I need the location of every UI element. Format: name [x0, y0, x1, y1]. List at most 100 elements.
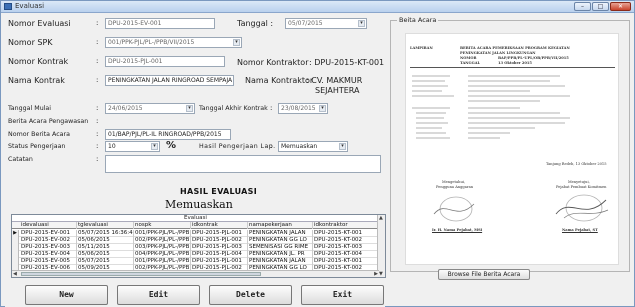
row-selector[interactable]	[12, 251, 19, 258]
table-cell[interactable]: DPU-2015-EV-003	[20, 244, 77, 251]
doc-signer1-title: Mengetahui,	[442, 180, 466, 184]
row-selector[interactable]	[12, 237, 19, 244]
table-cell[interactable]: DPU-2015-EV-005	[20, 258, 77, 265]
browse-berita-acara-button[interactable]: Browse File Berita Acara	[438, 269, 530, 280]
table-cell[interactable]: 004/PPK-PJL/PL-/PPB	[134, 251, 191, 258]
tanggal-field[interactable]: 05/07/2015 ▾	[285, 18, 367, 29]
table-cell[interactable]: DPU-2015-PJL-001	[191, 230, 248, 237]
nomor-evaluasi-field[interactable]: DPU-2015-EV-001	[105, 18, 215, 29]
status-pengerjaan-select[interactable]: 10 ▾	[105, 141, 160, 152]
table-cell[interactable]: 05/06/2015	[77, 237, 134, 244]
tanggal-label: Tanggal :	[237, 19, 274, 28]
table-cell[interactable]: DPU-2015-PJL-001	[191, 258, 248, 265]
nomor-berita-acara-field[interactable]: 01/BAP/PJL/PL-IL RINGROAD/PPB/2015	[105, 129, 231, 140]
edit-button[interactable]: Edit	[117, 285, 200, 305]
grid-column-header[interactable]: idkontraktor	[313, 222, 379, 229]
table-cell[interactable]: 001/PPK-PJL/PL-/PPB	[134, 230, 191, 237]
scroll-up-icon[interactable]: ▲	[379, 215, 383, 221]
chevron-down-icon[interactable]: ▾	[233, 39, 240, 46]
doc-nomor-label: NOMOR	[460, 56, 477, 60]
horizontal-scrollbar[interactable]: ◀ ▶	[12, 270, 379, 277]
table-cell[interactable]: DPU-2015-KT-004	[313, 251, 379, 258]
doc-signer1-role: Pengguna Anggaran	[436, 185, 474, 189]
nomor-kontraktor-label: Nomor Kontraktor	[237, 58, 309, 67]
tanggal-value: 05/07/2015	[288, 20, 323, 27]
nama-kontrak-field[interactable]: PENINGKATAN JALAN RINGROAD SEMPAJA	[105, 75, 234, 86]
chevron-down-icon[interactable]: ▾	[319, 105, 326, 112]
scroll-down-icon[interactable]: ▼	[379, 271, 383, 277]
grid-column-header[interactable]: nospk	[134, 222, 191, 229]
status-pengerjaan-label: Status Pengerjaan	[8, 143, 66, 150]
chevron-down-icon[interactable]: ▾	[339, 143, 346, 150]
scroll-right-icon[interactable]: ▶	[374, 271, 378, 277]
chevron-down-icon[interactable]: ▾	[151, 143, 158, 150]
title-bar[interactable]: Evaluasi – □ ✕	[1, 1, 634, 13]
percent-sign: %	[166, 140, 177, 151]
table-cell[interactable]: 003/PPK-PJL/PL-/PPB	[134, 244, 191, 251]
current-row-indicator-icon[interactable]: ▶	[12, 230, 19, 237]
nomor-kontrak-field[interactable]: DPU-2015-PJL-001	[105, 56, 225, 67]
table-cell[interactable]: DPU-2015-PJL-003	[191, 244, 248, 251]
row-selector[interactable]	[12, 258, 19, 265]
scroll-thumb[interactable]	[21, 272, 261, 276]
hasil-pengerjaan-select[interactable]: Memuaskan ▾	[278, 141, 348, 152]
grid-column-header[interactable]: idevaluasi	[20, 222, 77, 229]
grid-column-header[interactable]: idkontrak	[191, 222, 248, 229]
table-row[interactable]: DPU-2015-EV-003 05/11/2015 003/PPK-PJL/PL-…	[12, 244, 379, 251]
row-selector[interactable]	[12, 244, 19, 251]
minimize-button[interactable]: –	[574, 2, 591, 11]
exit-button[interactable]: Exit	[301, 285, 384, 305]
chevron-down-icon[interactable]: ▾	[186, 105, 193, 112]
table-cell[interactable]: PENINGKATAN JL. PR	[248, 251, 313, 258]
nomor-spk-select[interactable]: 001/PPK-PJL/PL-/PPB/VII/2015 ▾	[105, 37, 242, 48]
tanggal-mulai-field[interactable]: 24/06/2015 ▾	[105, 103, 195, 114]
nomor-berita-acara-label: Nomor Berita Acara	[8, 131, 70, 138]
table-cell[interactable]: DPU-2015-PJL-004	[191, 251, 248, 258]
table-cell[interactable]: 05/11/2015	[77, 244, 134, 251]
table-cell[interactable]: PENINGKATAN JALAN	[248, 258, 313, 265]
table-cell[interactable]: 05/06/2015	[77, 251, 134, 258]
nama-kontraktor-label: Nama Kontraktor	[245, 76, 314, 85]
doc-tanggal-value: 13 Oktober 2015	[498, 61, 532, 65]
table-cell[interactable]: DPU-2015-KT-001	[313, 258, 379, 265]
evaluasi-data-grid[interactable]: Evaluasi idevaluasi tglevaluasi nospk id…	[11, 214, 386, 278]
table-cell[interactable]: DPU-2015-KT-003	[313, 244, 379, 251]
table-cell[interactable]: DPU-2015-EV-001	[20, 230, 77, 237]
grid-column-header[interactable]: tglevaluasi	[77, 222, 134, 229]
tanggal-akhir-field[interactable]: 23/08/2015 ▾	[278, 103, 328, 114]
nomor-evaluasi-label: Nomor Evaluasi	[8, 19, 71, 28]
table-cell[interactable]: 05/07/2015 16:36:49	[77, 230, 134, 237]
chevron-down-icon[interactable]: ▾	[358, 20, 365, 27]
close-button[interactable]: ✕	[610, 2, 631, 11]
table-row[interactable]: ▶ DPU-2015-EV-001 05/07/2015 16:36:49 001/P…	[12, 230, 379, 237]
table-cell[interactable]: 05/07/2015	[77, 258, 134, 265]
vertical-scrollbar[interactable]: ▲ ▼	[377, 215, 385, 277]
table-cell[interactable]: SEMENISASI GG RIME	[248, 244, 313, 251]
action-button-bar: New Edit Delete Exit	[5, 285, 385, 307]
table-cell[interactable]: DPU-2015-KT-001	[313, 230, 379, 237]
scroll-left-icon[interactable]: ◀	[13, 271, 17, 277]
grid-column-header[interactable]: namapekerjaan	[248, 222, 313, 229]
nama-kontrak-label: Nama Kontrak	[8, 76, 65, 85]
table-cell[interactable]: DPU-2015-KT-002	[313, 237, 379, 244]
nomor-kontrak-label: Nomor Kontrak	[8, 57, 69, 66]
catatan-textarea[interactable]	[105, 155, 381, 173]
table-cell[interactable]: PENINGKATAN GG LO	[248, 237, 313, 244]
table-cell[interactable]: 001/PPK-PJL/PL-/PPB	[134, 258, 191, 265]
app-icon	[4, 3, 12, 10]
table-cell[interactable]: DPU-2015-PJL-002	[191, 237, 248, 244]
nomor-spk-label: Nomor SPK	[8, 38, 53, 47]
hasil-evaluasi-title: HASIL EVALUASI	[180, 187, 258, 196]
maximize-button[interactable]: □	[592, 2, 609, 11]
table-cell[interactable]: DPU-2015-EV-004	[20, 251, 77, 258]
table-cell[interactable]: 002/PPK-PJL/PL-/PPB	[134, 237, 191, 244]
table-row[interactable]: DPU-2015-EV-005 05/07/2015 001/PPK-PJL/PL-…	[12, 258, 379, 265]
table-row[interactable]: DPU-2015-EV-004 05/06/2015 004/PPK-PJL/PL-…	[12, 251, 379, 258]
nomor-spk-value: 001/PPK-PJL/PL-/PPB/VII/2015	[108, 39, 195, 46]
colon: :	[96, 130, 99, 138]
delete-button[interactable]: Delete	[209, 285, 292, 305]
table-row[interactable]: DPU-2015-EV-002 05/06/2015 002/PPK-PJL/PL-…	[12, 237, 379, 244]
new-button[interactable]: New	[25, 285, 108, 305]
table-cell[interactable]: DPU-2015-EV-002	[20, 237, 77, 244]
table-cell[interactable]: PENINGKATAN JALAN	[248, 230, 313, 237]
